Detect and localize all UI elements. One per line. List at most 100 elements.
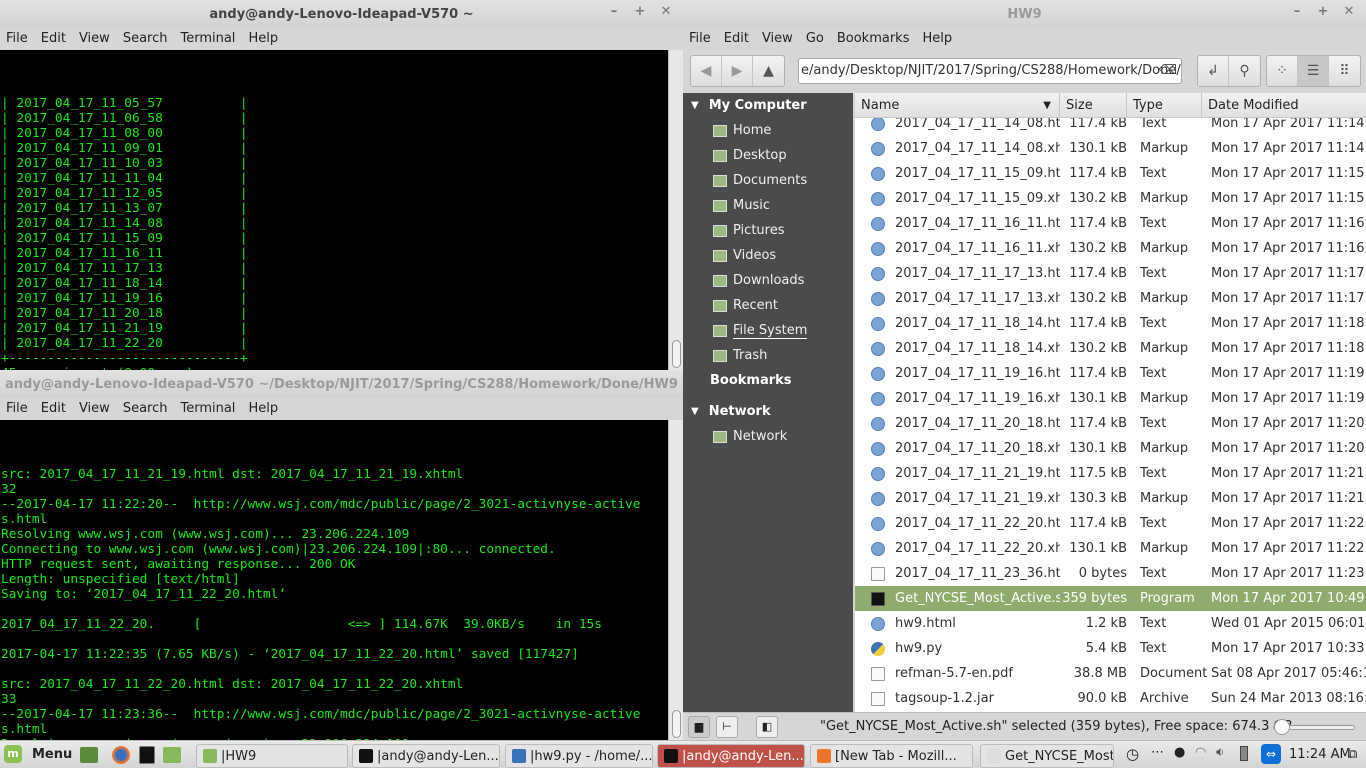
file-row[interactable]: 2017_04_17_11_15_09.html 117.4 kB Text Mon …	[855, 161, 1366, 186]
menu-button[interactable]: m Menu	[4, 745, 72, 763]
menu-file[interactable]: File	[689, 31, 711, 46]
user-icon[interactable]: ●	[1174, 745, 1185, 760]
sidebar-item-trash[interactable]: Trash	[683, 343, 853, 368]
sidebar-toggle-icon[interactable]: ◧	[756, 716, 778, 738]
terminal-output[interactable]: | 2017_04_17_11_05_57 | | 2017_04_17_11_0…	[0, 50, 683, 370]
file-row[interactable]: 2017_04_17_11_21_19.xhtml 130.3 kB Markup M…	[855, 486, 1366, 511]
battery-icon[interactable]	[1240, 746, 1248, 761]
column-header-date[interactable]: Date Modified	[1202, 93, 1366, 117]
clear-icon[interactable]: ⌫	[1159, 59, 1177, 83]
file-row[interactable]: tagsoup-1.2.jar 90.0 kB Archive Sun 24 Mar …	[855, 686, 1366, 711]
sidebar-item-downloads[interactable]: Downloads	[683, 268, 853, 293]
places-icon[interactable]: ▆	[688, 716, 710, 738]
toggle-location-icon[interactable]: ↲	[1198, 56, 1230, 86]
file-row[interactable]: 2017_04_17_11_16_11.html 117.4 kB Text Mon …	[855, 211, 1366, 236]
wifi-icon[interactable]: ◠	[1195, 745, 1206, 760]
sidebar-item-file-system[interactable]: File System	[683, 318, 853, 343]
file-row[interactable]: 2017_04_17_11_17_13.html 117.4 kB Text Mon …	[855, 261, 1366, 286]
workspace-icon[interactable]: ⧉	[1348, 747, 1357, 762]
file-row[interactable]: 2017_04_17_11_17_13.xhtml 130.2 kB Markup M…	[855, 286, 1366, 311]
menu-view[interactable]: View	[79, 401, 110, 416]
sidebar-item-network[interactable]: Network	[683, 424, 853, 449]
file-row[interactable]: refman-5.7-en.pdf 38.8 MB Document Sat 08 A…	[855, 661, 1366, 686]
up-icon[interactable]: ▲	[753, 56, 784, 86]
sidebar-item-pictures[interactable]: Pictures	[683, 218, 853, 243]
forward-icon[interactable]: ▶	[722, 56, 754, 86]
location-input[interactable]: e/andy/Desktop/NJIT/2017/Spring/CS288/Ho…	[798, 58, 1182, 84]
title-bar[interactable]: andy@andy-Lenovo-Ideapad-V570 ~/Desktop/…	[0, 370, 683, 398]
maximize-icon[interactable]: +	[1312, 4, 1334, 19]
file-row[interactable]: 2017_04_17_11_23_36.html 0 bytes Text Mon 1…	[855, 561, 1366, 586]
sidebar-heading-network[interactable]: ▼ Network	[683, 399, 853, 424]
compact-view-icon[interactable]: ⠿	[1329, 56, 1360, 86]
close-icon[interactable]: ✕	[1338, 4, 1360, 19]
terminal-output[interactable]: src: 2017_04_17_11_21_19.html dst: 2017_…	[0, 420, 683, 740]
show-desktop-icon[interactable]	[80, 747, 98, 763]
menu-file[interactable]: File	[6, 31, 28, 46]
column-header-size[interactable]: Size	[1060, 93, 1127, 117]
file-row[interactable]: 2017_04_17_11_21_19.html 117.5 kB Text Mon …	[855, 461, 1366, 486]
menu-view[interactable]: View	[762, 31, 793, 46]
firefox-launcher-icon[interactable]	[112, 746, 130, 764]
icon-view-icon[interactable]: ⁘	[1267, 56, 1299, 86]
search-icon[interactable]: ⚲	[1229, 56, 1260, 86]
taskbar-task[interactable]: [New Tab - Mozill...	[810, 744, 973, 768]
menu-edit[interactable]: Edit	[724, 31, 749, 46]
file-row[interactable]: 2017_04_17_11_16_11.xhtml 130.2 kB Markup M…	[855, 236, 1366, 261]
clock-icon[interactable]: ◷	[1126, 745, 1139, 763]
sidebar-item-recent[interactable]: Recent	[683, 293, 853, 318]
taskbar-task[interactable]: |HW9	[196, 744, 348, 768]
files-launcher-icon[interactable]	[163, 747, 181, 763]
file-row[interactable]: hw9.html 1.2 kB Text Wed 01 Apr 2015 06:01:…	[855, 611, 1366, 636]
taskbar-task[interactable]: Get_NYCSE_Most_...	[980, 744, 1114, 768]
minimize-icon[interactable]: –	[1286, 4, 1308, 19]
scrollbar[interactable]	[668, 50, 683, 370]
menu-search[interactable]: Search	[123, 31, 168, 46]
file-row[interactable]: 2017_04_17_11_15_09.xhtml 130.2 kB Markup M…	[855, 186, 1366, 211]
list-view-icon[interactable]: ☰	[1298, 56, 1330, 86]
title-bar[interactable]: HW9 – + ✕	[683, 0, 1366, 28]
menu-edit[interactable]: Edit	[41, 401, 66, 416]
file-row[interactable]: 2017_04_17_11_22_20.xhtml 130.1 kB Markup M…	[855, 536, 1366, 561]
clock[interactable]: 11:24 AM	[1289, 747, 1351, 762]
menu-help[interactable]: Help	[922, 31, 952, 46]
taskbar-task[interactable]: |hw9.py - /home/...	[505, 744, 653, 768]
file-row[interactable]: 2017_04_17_11_14_08.xhtml 130.1 kB Markup M…	[855, 136, 1366, 161]
menu-go[interactable]: Go	[806, 31, 824, 46]
minimize-icon[interactable]: –	[603, 4, 625, 19]
teamviewer-icon[interactable]: ⇔	[1261, 744, 1281, 764]
close-icon[interactable]: ✕	[655, 4, 677, 19]
maximize-icon[interactable]: +	[629, 4, 651, 19]
menu-terminal[interactable]: Terminal	[180, 31, 235, 46]
file-row[interactable]: 2017_04_17_11_18_14.xhtml 130.2 kB Markup M…	[855, 336, 1366, 361]
sidebar-item-videos[interactable]: Videos	[683, 243, 853, 268]
menu-edit[interactable]: Edit	[41, 31, 66, 46]
file-row[interactable]: 2017_04_17_11_19_16.xhtml 130.1 kB Markup M…	[855, 386, 1366, 411]
title-bar[interactable]: andy@andy-Lenovo-Ideapad-V570 ~ – + ✕	[0, 0, 683, 28]
menu-bookmarks[interactable]: Bookmarks	[837, 31, 910, 46]
menu-file[interactable]: File	[6, 401, 28, 416]
sidebar-item-desktop[interactable]: Desktop	[683, 143, 853, 168]
zoom-slider[interactable]	[1273, 719, 1355, 735]
tree-icon[interactable]: ⊢	[716, 716, 738, 738]
file-row[interactable]: 2017_04_17_11_20_18.html 117.4 kB Text Mon …	[855, 411, 1366, 436]
column-header-name[interactable]: Name ▼	[855, 93, 1060, 117]
sidebar-item-home[interactable]: Home	[683, 118, 853, 143]
more-icon[interactable]: ⋯	[1151, 745, 1164, 760]
sidebar-item-documents[interactable]: Documents	[683, 168, 853, 193]
file-row[interactable]: hw9.py 5.4 kB Text Mon 17 Apr 2017 10:33:21…	[855, 636, 1366, 661]
menu-help[interactable]: Help	[248, 31, 278, 46]
file-row[interactable]: Get_NYCSE_Most_Active.sh 359 bytes Program…	[855, 586, 1366, 611]
menu-terminal[interactable]: Terminal	[180, 401, 235, 416]
sidebar-heading-my-computer[interactable]: ▼ My Computer	[683, 93, 853, 118]
terminal-launcher-icon[interactable]	[139, 746, 155, 764]
file-row[interactable]: 2017_04_17_11_19_16.html 117.4 kB Text Mon …	[855, 361, 1366, 386]
taskbar-task[interactable]: |andy@andy-Len...	[352, 744, 500, 768]
column-header-type[interactable]: Type	[1127, 93, 1202, 117]
menu-help[interactable]: Help	[248, 401, 278, 416]
menu-search[interactable]: Search	[123, 401, 168, 416]
back-icon[interactable]: ◀	[691, 56, 723, 86]
sidebar-item-music[interactable]: Music	[683, 193, 853, 218]
file-row[interactable]: 2017_04_17_11_18_14.html 117.4 kB Text Mon …	[855, 311, 1366, 336]
scrollbar[interactable]	[668, 420, 683, 740]
